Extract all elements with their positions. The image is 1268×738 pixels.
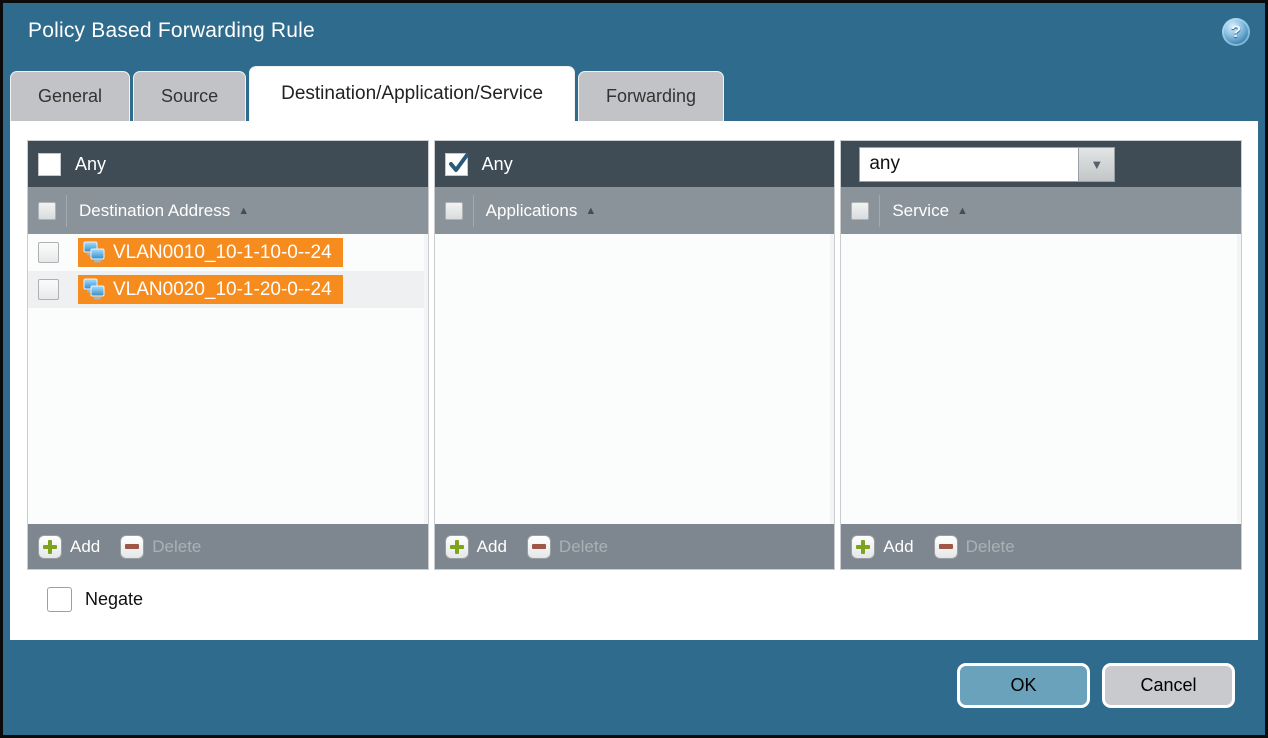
- service-panel: any Service Add: [840, 140, 1242, 570]
- destination-any-checkbox[interactable]: [38, 153, 61, 176]
- tab-bar: General Source Destination/Application/S…: [3, 66, 1265, 121]
- plus-icon: [38, 535, 62, 559]
- destination-address-list: VLAN0010_10-1-10-0--24 VLAN: [28, 234, 428, 524]
- tab-general[interactable]: General: [10, 71, 130, 121]
- negate-option: Negate: [47, 587, 1242, 612]
- service-dropdown[interactable]: any: [859, 147, 1115, 182]
- applications-list: [435, 234, 835, 524]
- delete-button[interactable]: Delete: [120, 535, 201, 559]
- address-object-label: VLAN0020_10-1-20-0--24: [113, 279, 332, 301]
- address-object-tag[interactable]: VLAN0020_10-1-20-0--24: [78, 275, 343, 304]
- service-column-header: Service: [841, 187, 1241, 234]
- minus-icon: [120, 535, 144, 559]
- selector-columns: Any Destination Address: [27, 140, 1242, 570]
- add-button[interactable]: Add: [445, 535, 507, 559]
- service-dropdown-value: any: [859, 147, 1078, 182]
- destination-column-header: Destination Address: [28, 187, 428, 234]
- table-row[interactable]: VLAN0010_10-1-10-0--24: [28, 234, 424, 271]
- service-select-all-checkbox[interactable]: [851, 202, 869, 220]
- cancel-button[interactable]: Cancel: [1102, 663, 1235, 708]
- destination-address-panel: Any Destination Address: [27, 140, 429, 570]
- service-toolbar: Add Delete: [841, 524, 1241, 569]
- destination-toolbar: Add Delete: [28, 524, 428, 569]
- applications-panel: Any Applications Add: [434, 140, 836, 570]
- add-button[interactable]: Add: [38, 535, 100, 559]
- applications-toolbar: Add Delete: [435, 524, 835, 569]
- plus-icon: [851, 535, 875, 559]
- delete-button[interactable]: Delete: [527, 535, 608, 559]
- network-object-icon: [82, 278, 106, 301]
- help-icon[interactable]: [1222, 18, 1250, 46]
- tab-content: Any Destination Address: [10, 121, 1258, 640]
- dialog-footer: OK Cancel: [3, 634, 1265, 735]
- dialog-title-bar: Policy Based Forwarding Rule: [3, 3, 1265, 66]
- minus-icon: [934, 535, 958, 559]
- plus-icon: [445, 535, 469, 559]
- chevron-down-icon[interactable]: [1078, 147, 1115, 182]
- ok-button[interactable]: OK: [957, 663, 1090, 708]
- sort-ascending-icon: [238, 205, 249, 217]
- dialog-title: Policy Based Forwarding Rule: [28, 19, 315, 43]
- destination-any-bar: Any: [28, 141, 428, 187]
- destination-any-label: Any: [75, 154, 106, 175]
- applications-any-bar: Any: [435, 141, 835, 187]
- applications-any-checkbox[interactable]: [445, 153, 468, 176]
- applications-any-label: Any: [482, 154, 513, 175]
- checkmark-icon: [447, 152, 471, 176]
- policy-based-forwarding-dialog: Policy Based Forwarding Rule General Sou…: [0, 0, 1268, 738]
- row-checkbox[interactable]: [38, 279, 59, 300]
- applications-select-all-checkbox[interactable]: [445, 202, 463, 220]
- applications-sort-header[interactable]: Applications: [486, 201, 597, 221]
- sort-ascending-icon: [585, 205, 596, 217]
- address-object-label: VLAN0010_10-1-10-0--24: [113, 242, 332, 264]
- table-row[interactable]: VLAN0020_10-1-20-0--24: [28, 271, 424, 308]
- negate-checkbox[interactable]: [47, 587, 72, 612]
- tab-source[interactable]: Source: [133, 71, 246, 121]
- address-object-tag[interactable]: VLAN0010_10-1-10-0--24: [78, 238, 343, 267]
- service-any-bar: any: [841, 141, 1241, 187]
- service-list: [841, 234, 1241, 524]
- service-sort-header[interactable]: Service: [892, 201, 968, 221]
- minus-icon: [527, 535, 551, 559]
- negate-label: Negate: [85, 589, 143, 610]
- tab-destination-application-service[interactable]: Destination/Application/Service: [249, 66, 575, 121]
- destination-select-all-checkbox[interactable]: [38, 202, 56, 220]
- row-checkbox[interactable]: [38, 242, 59, 263]
- add-button[interactable]: Add: [851, 535, 913, 559]
- tab-forwarding[interactable]: Forwarding: [578, 71, 724, 121]
- applications-column-header: Applications: [435, 187, 835, 234]
- network-object-icon: [82, 241, 106, 264]
- delete-button[interactable]: Delete: [934, 535, 1015, 559]
- destination-address-sort-header[interactable]: Destination Address: [79, 201, 249, 221]
- sort-ascending-icon: [957, 205, 968, 217]
